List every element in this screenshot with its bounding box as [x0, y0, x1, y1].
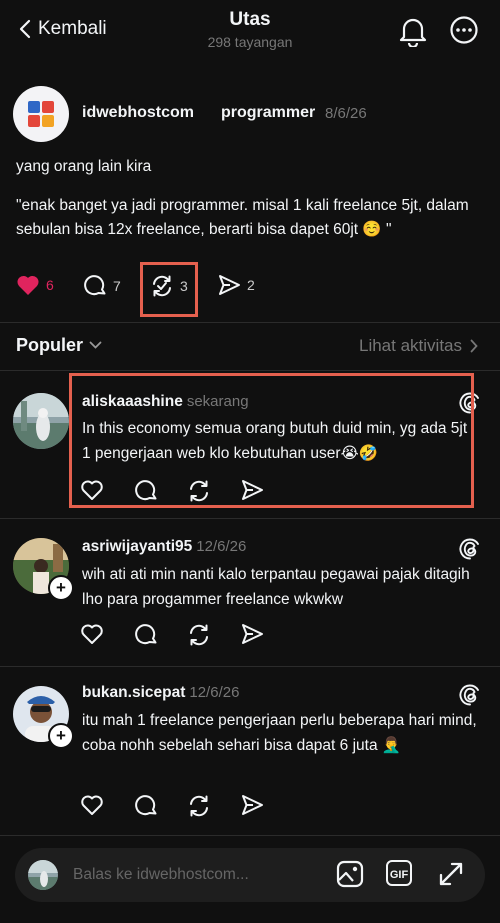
share-button[interactable]: [241, 623, 264, 645]
view-activity-link[interactable]: Lihat aktivitas: [359, 336, 478, 356]
sort-dropdown[interactable]: Populer: [16, 335, 102, 356]
share-button[interactable]: 2: [218, 274, 255, 296]
reply-count: 7: [113, 277, 121, 294]
image-picker-button[interactable]: [336, 860, 364, 888]
image-icon: [336, 860, 364, 888]
follow-plus-icon[interactable]: +: [48, 575, 74, 601]
expand-button[interactable]: [437, 860, 465, 888]
reply-username[interactable]: bukan.sicepat 12/6/26: [82, 684, 239, 702]
send-icon: [242, 624, 263, 644]
reply-username[interactable]: asriwijayanti95 12/6/26: [82, 538, 246, 556]
repost-button[interactable]: [187, 794, 211, 818]
more-icon: [450, 16, 478, 44]
avatar: [28, 860, 58, 890]
gif-button[interactable]: GIF: [386, 860, 412, 886]
divider: [0, 370, 500, 371]
divider: [0, 518, 500, 519]
notification-button[interactable]: [398, 15, 428, 47]
like-count: 6: [46, 277, 54, 293]
share-button[interactable]: [241, 794, 264, 816]
logo-square-blue: [28, 101, 40, 113]
avatar[interactable]: [13, 86, 69, 142]
logo-square-red: [28, 115, 40, 127]
reply-time: 12/6/26: [196, 538, 247, 555]
send-icon: [242, 795, 263, 815]
reply-button[interactable]: [135, 794, 158, 817]
post-topic-tag[interactable]: programmer: [221, 104, 315, 122]
like-button[interactable]: 6: [16, 274, 54, 296]
reply-text: wih ati ati min nanti kalo terpantau peg…: [82, 566, 470, 608]
reply-text: itu mah 1 freelance pengerjaan perlu beb…: [82, 712, 477, 754]
reply-input[interactable]: Balas ke idwebhostcom...: [73, 866, 249, 884]
like-button[interactable]: [80, 794, 104, 816]
threads-logo-icon[interactable]: [459, 538, 481, 560]
like-button[interactable]: [80, 623, 104, 645]
sort-label: Populer: [16, 335, 84, 355]
divider: [0, 322, 500, 323]
post-text-line: yang orang lain kira: [16, 158, 152, 175]
reply-button[interactable]: 7: [84, 274, 121, 297]
reply-actions: [80, 794, 280, 820]
comment-icon: [135, 624, 157, 645]
heart-icon: [81, 795, 103, 815]
chevron-right-icon: [470, 339, 478, 353]
post-actions: 6 7 3 2: [0, 274, 500, 302]
reply-time: 12/6/26: [189, 684, 240, 701]
avatar[interactable]: [13, 393, 69, 449]
logo-square-orange: [42, 115, 54, 127]
top-bar: Kembali Utas 298 tayangan: [0, 0, 500, 62]
heart-filled-icon: [17, 275, 39, 295]
repost-icon: [190, 624, 208, 646]
divider: [0, 666, 500, 667]
comment-icon: [135, 795, 157, 816]
annotation-box-repost: [140, 262, 198, 317]
bell-icon: [399, 18, 427, 47]
repost-button[interactable]: [187, 623, 211, 647]
reply-button[interactable]: [135, 623, 158, 646]
chevron-down-icon: [89, 341, 102, 349]
chevron-left-icon: [19, 19, 31, 39]
annotation-box-reply: [69, 373, 474, 508]
post-text-body: "enak banget ya jadi programmer. misal 1…: [16, 197, 469, 238]
expand-icon: [439, 862, 463, 886]
more-options-button[interactable]: [449, 15, 479, 45]
threads-logo-icon[interactable]: [459, 684, 481, 706]
back-label: Kembali: [38, 18, 107, 39]
repost-icon: [190, 795, 208, 817]
post-username[interactable]: idwebhostcom: [82, 104, 194, 122]
reply-composer: Balas ke idwebhostcom... GIF: [15, 848, 485, 902]
post-date: 8/6/26: [325, 105, 367, 122]
send-icon: [219, 275, 240, 295]
divider: [0, 835, 500, 836]
share-count: 2: [247, 277, 255, 293]
activity-label: Lihat aktivitas: [359, 336, 462, 355]
follow-plus-icon[interactable]: +: [48, 723, 74, 749]
comment-icon: [84, 275, 106, 296]
reply-actions: [80, 623, 280, 649]
back-button[interactable]: Kembali: [18, 18, 107, 40]
logo-square-red: [42, 101, 54, 113]
heart-icon: [81, 624, 103, 644]
